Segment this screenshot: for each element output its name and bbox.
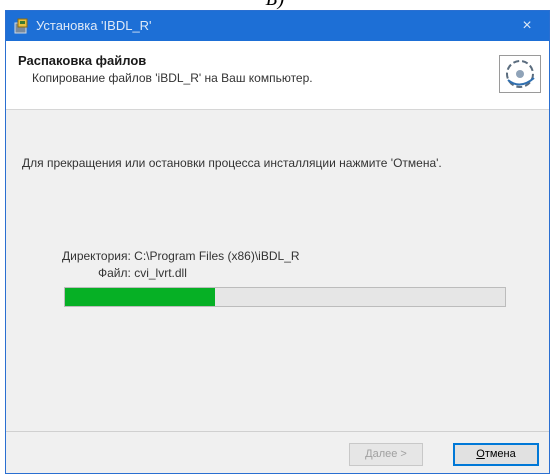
- directory-value: C:\Program Files (x86)\iBDL_R: [134, 249, 300, 263]
- cancel-accelerator: О: [476, 448, 485, 460]
- step-title: Распаковка файлов: [18, 53, 147, 68]
- directory-label: Директория:: [62, 249, 131, 263]
- file-row: Файл: cvi_lvrt.dll: [98, 266, 187, 280]
- title-bar[interactable]: Установка 'IBDL_R' ×: [6, 11, 549, 41]
- step-subtitle: Копирование файлов 'iBDL_R' на Ваш компь…: [32, 71, 313, 85]
- disk-logo-icon: [499, 55, 541, 93]
- progress-fill: [65, 288, 215, 306]
- footer-divider: [6, 431, 549, 432]
- wizard-header: Распаковка файлов Копирование файлов 'iB…: [6, 41, 549, 110]
- figure-caption: Б): [0, 0, 550, 10]
- cancel-label: тмена: [484, 448, 516, 460]
- figure-caption-text: Б): [0, 0, 550, 10]
- instruction-text: Для прекращения или остановки процесса и…: [22, 156, 442, 170]
- file-value: cvi_lvrt.dll: [134, 266, 187, 280]
- cancel-button[interactable]: Отмена: [453, 443, 539, 466]
- installer-icon: [14, 18, 30, 34]
- window-title: Установка 'IBDL_R': [36, 18, 152, 33]
- next-button[interactable]: Далее >: [349, 443, 423, 466]
- installer-window: Установка 'IBDL_R' × Распаковка файлов К…: [5, 10, 550, 474]
- close-button[interactable]: ×: [505, 11, 549, 41]
- directory-row: Директория: C:\Program Files (x86)\iBDL_…: [62, 249, 300, 263]
- progress-bar: [64, 287, 506, 307]
- file-label: Файл:: [98, 266, 131, 280]
